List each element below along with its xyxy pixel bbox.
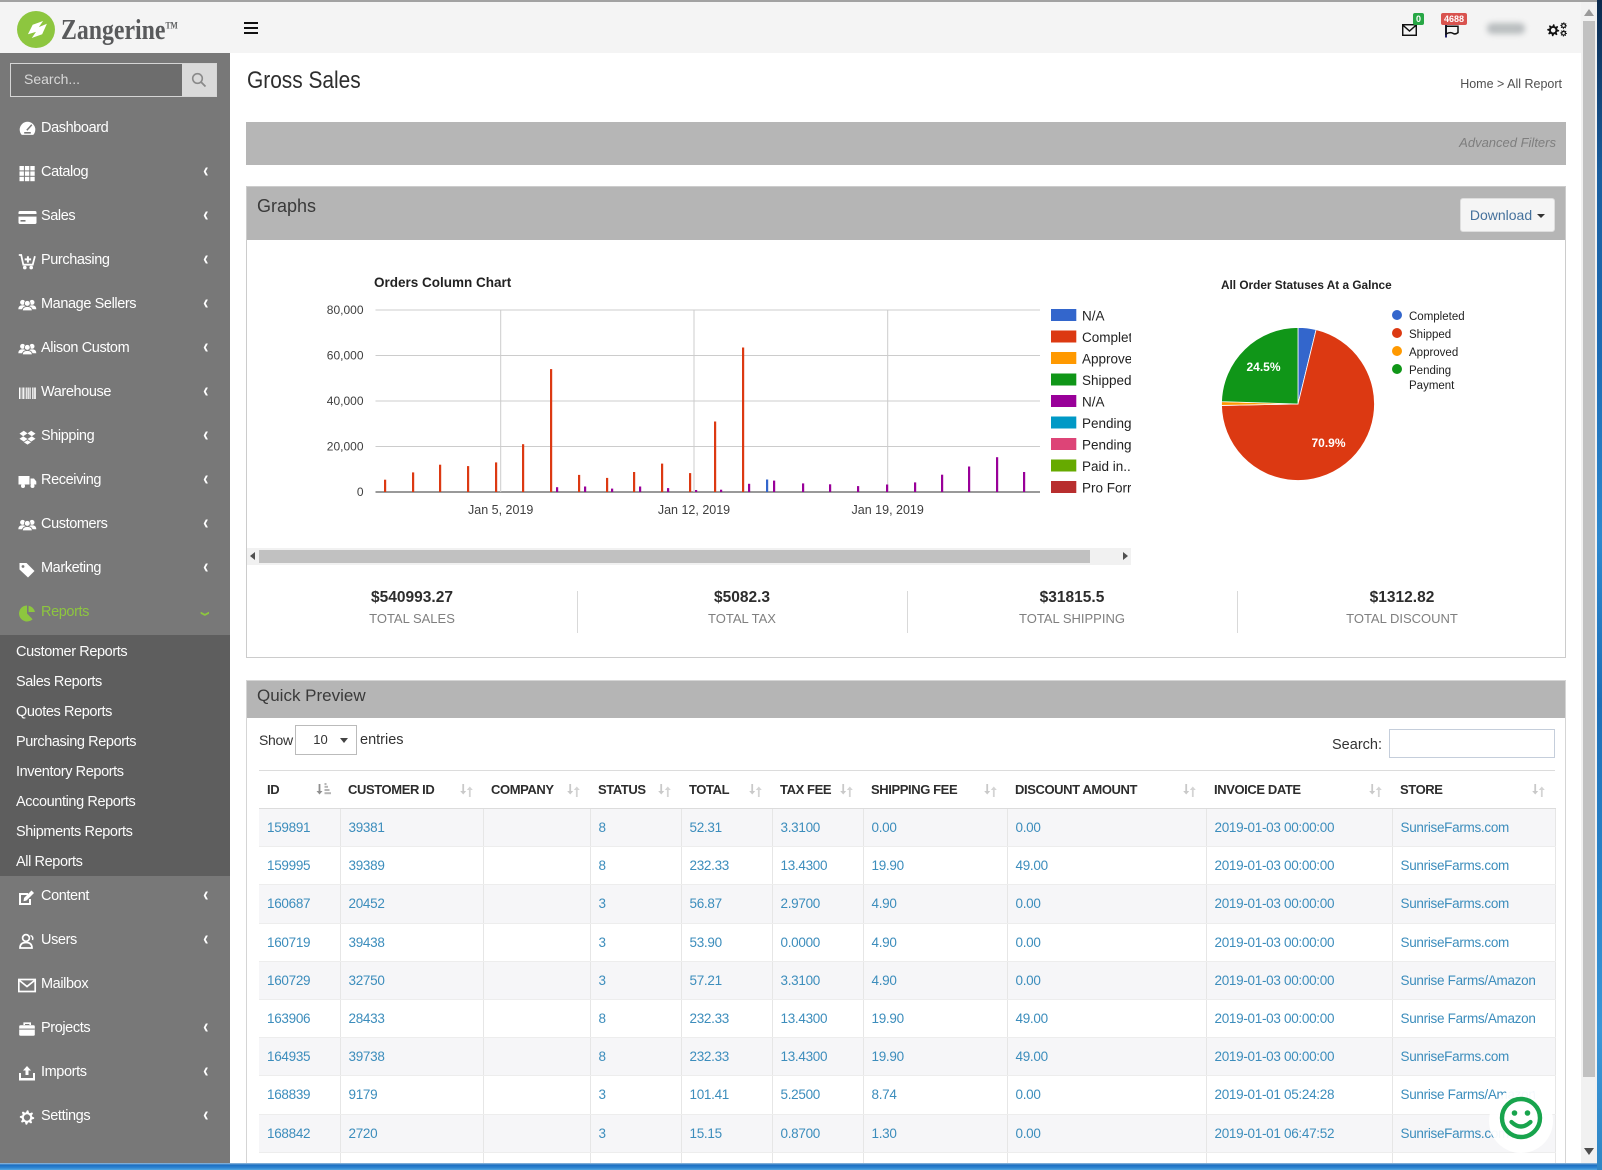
svg-text:40,000: 40,000 — [327, 394, 364, 408]
svg-text:N/A: N/A — [1082, 309, 1105, 324]
svg-text:60,000: 60,000 — [327, 349, 364, 363]
svg-text:Jan 19, 2019: Jan 19, 2019 — [852, 503, 924, 517]
svg-text:Complet: Complet — [1082, 330, 1131, 345]
svg-text:Jan 5, 2019: Jan 5, 2019 — [468, 503, 533, 517]
svg-text:0: 0 — [357, 485, 364, 499]
svg-text:20,000: 20,000 — [327, 440, 364, 454]
svg-text:Shipped: Shipped — [1409, 329, 1451, 341]
svg-text:All Order Statuses At a Galnce: All Order Statuses At a Galnce — [1221, 278, 1392, 292]
svg-text:Approved: Approved — [1409, 347, 1458, 359]
svg-text:Pro Forr: Pro Forr — [1082, 481, 1131, 496]
svg-text:Orders Column Chart: Orders Column Chart — [374, 275, 512, 290]
svg-text:24.5%: 24.5% — [1246, 360, 1280, 374]
svg-text:N/A: N/A — [1082, 395, 1105, 410]
svg-text:Shipped: Shipped — [1082, 373, 1131, 388]
svg-text:70.9%: 70.9% — [1311, 436, 1345, 450]
svg-text:Completed: Completed — [1409, 311, 1465, 323]
svg-text:Pending: Pending — [1409, 365, 1451, 377]
svg-text:Jan 12, 2019: Jan 12, 2019 — [658, 503, 730, 517]
svg-text:Pending: Pending — [1082, 438, 1131, 453]
svg-text:Pending: Pending — [1082, 416, 1131, 431]
svg-text:Payment: Payment — [1409, 380, 1455, 392]
svg-text:80,000: 80,000 — [327, 303, 364, 317]
svg-text:Paid in..: Paid in.. — [1082, 459, 1131, 474]
svg-text:Approve: Approve — [1082, 352, 1131, 367]
